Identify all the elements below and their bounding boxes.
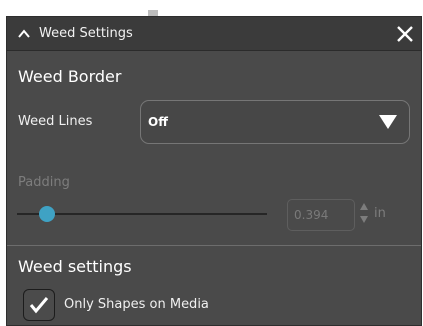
padding-input[interactable]: 0.394 (287, 199, 355, 231)
padding-value: 0.394 (294, 208, 329, 222)
dialog-title: Weed Settings (39, 26, 133, 41)
only-shapes-label[interactable]: Only Shapes on Media (64, 297, 209, 312)
dialog-titlebar: Weed Settings (7, 17, 421, 51)
padding-label: Padding (18, 175, 70, 190)
weed-lines-label: Weed Lines (18, 114, 93, 129)
section-divider (7, 245, 421, 246)
weed-border-section-title: Weed Border (18, 67, 122, 86)
padding-slider-thumb[interactable] (39, 206, 55, 222)
weed-lines-selected-value: Off (148, 115, 168, 129)
close-icon[interactable] (395, 24, 415, 44)
only-shapes-checkbox[interactable] (23, 289, 55, 321)
padding-stepper-icon[interactable] (359, 199, 369, 229)
padding-unit: in (374, 206, 386, 221)
weed-settings-dialog: Weed Settings Weed Border Weed Lines Off… (6, 16, 422, 326)
chevron-up-icon[interactable] (17, 27, 31, 41)
checkmark-icon (29, 297, 49, 314)
dropdown-arrow-icon (379, 115, 397, 129)
weed-settings-section-title: Weed settings (18, 257, 132, 276)
weed-lines-dropdown[interactable]: Off (140, 100, 410, 144)
